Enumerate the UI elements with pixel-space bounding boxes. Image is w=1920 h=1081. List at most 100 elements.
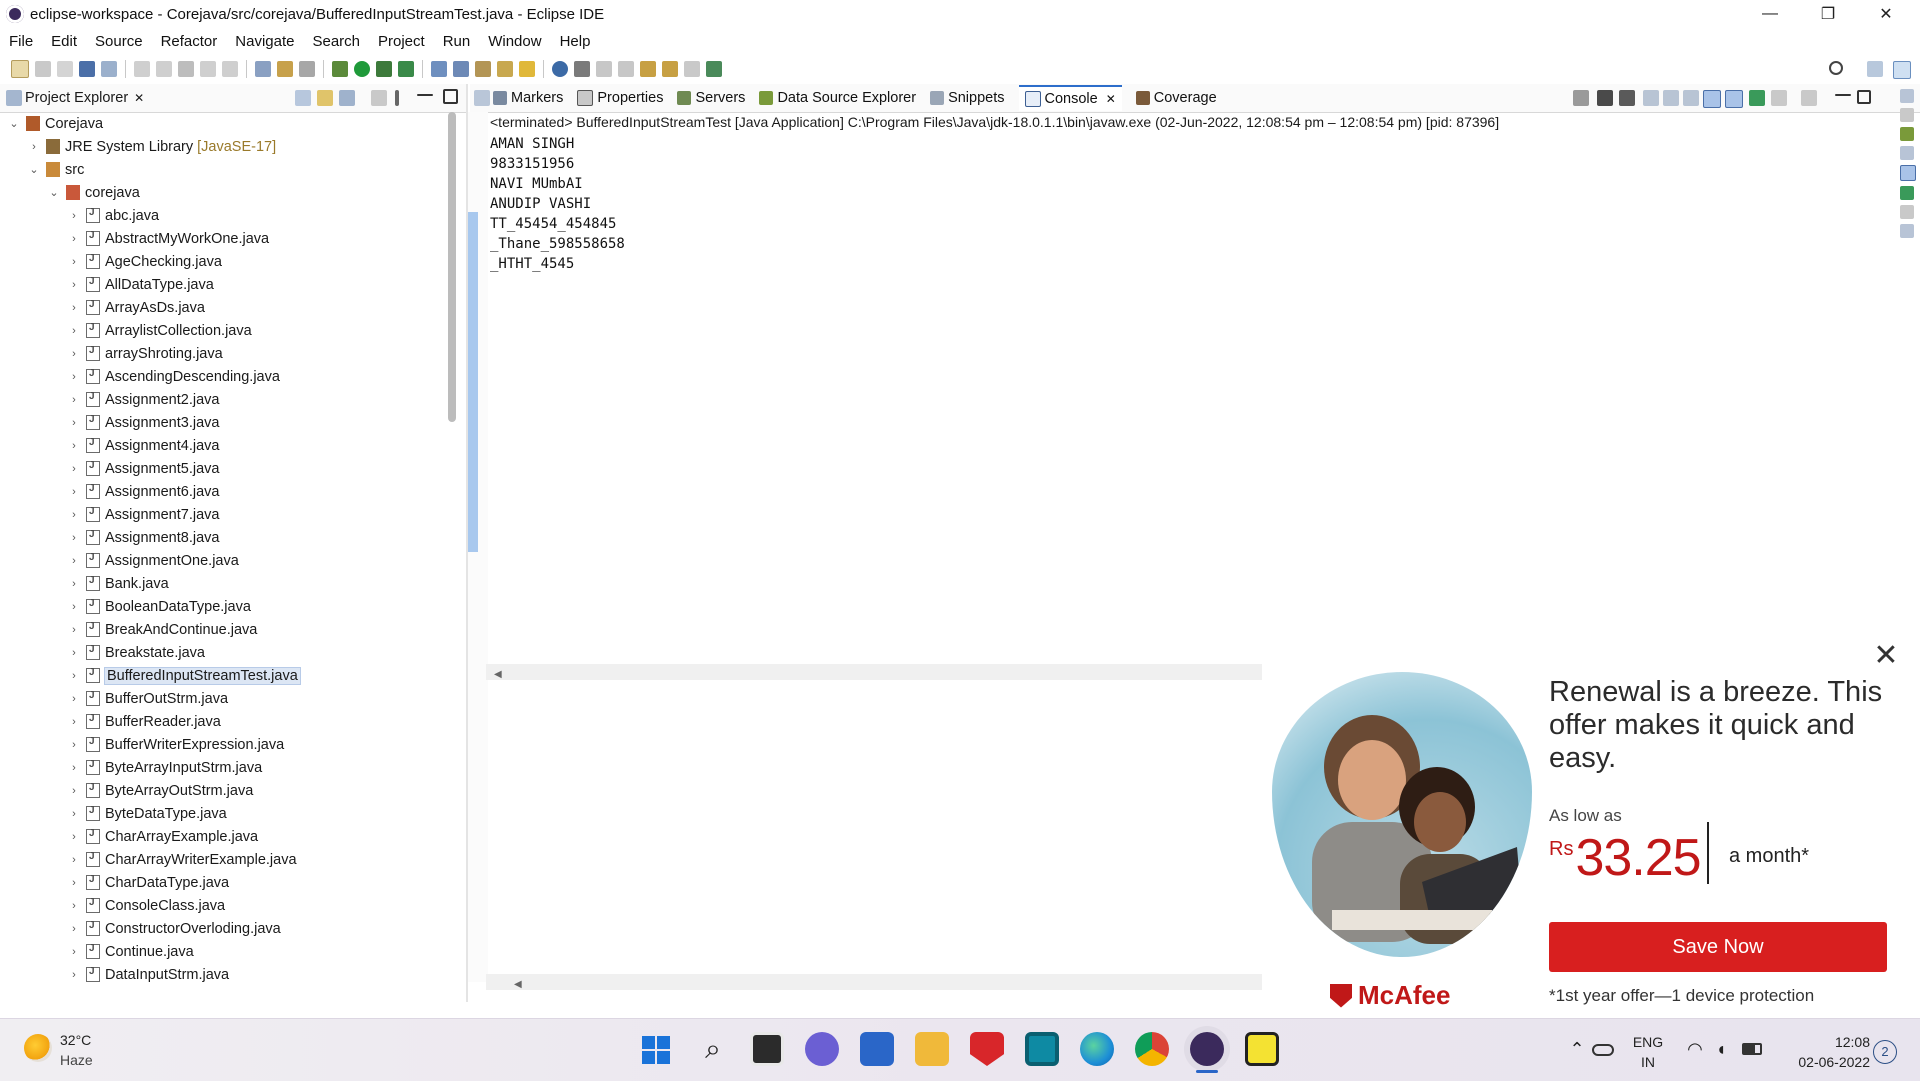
new-icon[interactable] bbox=[11, 60, 29, 78]
open-perspective-icon[interactable] bbox=[706, 61, 722, 77]
tree-project-corejava[interactable]: ⌄ Corejava bbox=[6, 112, 103, 135]
tree-file[interactable]: › CharArrayExample.java bbox=[66, 825, 258, 848]
display-selected-console-icon[interactable] bbox=[1771, 90, 1787, 106]
open-perspective-button-icon[interactable] bbox=[1867, 61, 1883, 77]
remove-all-terminated-icon[interactable] bbox=[1619, 90, 1635, 106]
collapsed-chevron-icon[interactable]: › bbox=[66, 302, 82, 314]
task-icon[interactable] bbox=[277, 61, 293, 77]
pin-console-icon[interactable] bbox=[1749, 90, 1765, 106]
tab-coverage[interactable]: Coverage bbox=[1135, 90, 1217, 106]
menu-refactor[interactable]: Refactor bbox=[152, 33, 227, 50]
collapsed-chevron-icon[interactable]: › bbox=[66, 693, 82, 705]
tree-file[interactable]: › Continue.java bbox=[66, 940, 194, 963]
collapsed-chevron-icon[interactable]: › bbox=[66, 877, 82, 889]
collapsed-chevron-icon[interactable]: › bbox=[66, 785, 82, 797]
collapsed-chevron-icon[interactable]: › bbox=[66, 854, 82, 866]
menu-help[interactable]: Help bbox=[551, 33, 600, 50]
run-icon[interactable] bbox=[354, 61, 370, 77]
minimize-console-icon[interactable] bbox=[1835, 94, 1851, 96]
project-explorer-title[interactable]: Project Explorer bbox=[25, 90, 128, 106]
teams-chat-icon[interactable] bbox=[805, 1032, 839, 1066]
tree-file[interactable]: › ByteArrayOutStrm.java bbox=[66, 779, 253, 802]
save-icon[interactable] bbox=[35, 61, 51, 77]
open-console-icon[interactable] bbox=[1801, 90, 1817, 106]
tree-file[interactable]: › ArrayAsDs.java bbox=[66, 296, 205, 319]
tree-file[interactable]: › Assignment5.java bbox=[66, 457, 219, 480]
skip-breakpoints-icon[interactable] bbox=[101, 61, 117, 77]
show-stderr-icon[interactable] bbox=[1725, 90, 1743, 108]
tree-file[interactable]: › BufferWriterExpression.java bbox=[66, 733, 284, 756]
weather-temperature[interactable]: 32°C bbox=[60, 1032, 91, 1048]
collapsed-chevron-icon[interactable]: › bbox=[66, 463, 82, 475]
forward-icon[interactable] bbox=[662, 61, 678, 77]
collapsed-chevron-icon[interactable]: › bbox=[66, 900, 82, 912]
collapsed-chevron-icon[interactable]: › bbox=[66, 532, 82, 544]
chrome-icon[interactable] bbox=[1135, 1032, 1169, 1066]
open-type-icon[interactable] bbox=[255, 61, 271, 77]
language-bottom[interactable]: IN bbox=[1630, 1054, 1666, 1070]
menu-edit[interactable]: Edit bbox=[42, 33, 86, 50]
suspend-icon[interactable] bbox=[156, 61, 172, 77]
tree-file[interactable]: › AbstractMyWorkOne.java bbox=[66, 227, 269, 250]
tree-package-corejava[interactable]: ⌄ corejava bbox=[46, 181, 139, 204]
tree-file[interactable]: › CharDataType.java bbox=[66, 871, 229, 894]
expanded-chevron-icon[interactable]: ⌄ bbox=[46, 186, 62, 199]
focus-icon[interactable] bbox=[371, 90, 387, 106]
terminate-console-icon[interactable] bbox=[1573, 90, 1589, 106]
file-explorer-icon[interactable] bbox=[915, 1032, 949, 1066]
tree-file[interactable]: › Assignment7.java bbox=[66, 503, 219, 526]
globe-icon[interactable] bbox=[552, 61, 568, 77]
tree-file[interactable]: › BufferOutStrm.java bbox=[66, 687, 228, 710]
edge-icon[interactable] bbox=[1080, 1032, 1114, 1066]
search-tool-icon[interactable] bbox=[519, 61, 535, 77]
restore-rail-icon[interactable] bbox=[1900, 205, 1914, 219]
collapsed-chevron-icon[interactable]: › bbox=[66, 969, 82, 981]
minimize-button[interactable]: — bbox=[1742, 0, 1798, 28]
step-into-icon[interactable] bbox=[200, 61, 216, 77]
hierarchy-icon[interactable] bbox=[1900, 127, 1914, 141]
tree-file[interactable]: › ConsoleClass.java bbox=[66, 894, 225, 917]
view-menu-icon[interactable] bbox=[395, 90, 399, 106]
tree-file[interactable]: › BufferedInputStreamTest.java bbox=[66, 664, 301, 687]
tab-servers[interactable]: Servers bbox=[677, 90, 745, 106]
tree-file[interactable]: › ByteDataType.java bbox=[66, 802, 227, 825]
editor-restore-icon[interactable] bbox=[474, 90, 490, 106]
tree-file[interactable]: › Bank.java bbox=[66, 572, 169, 595]
collapsed-chevron-icon[interactable]: › bbox=[66, 808, 82, 820]
collapsed-chevron-icon[interactable]: › bbox=[66, 923, 82, 935]
word-wrap-icon[interactable] bbox=[1683, 90, 1699, 106]
maximize-console-icon[interactable] bbox=[1857, 90, 1871, 104]
collapsed-chevron-icon[interactable]: › bbox=[66, 762, 82, 774]
menu-search[interactable]: Search bbox=[303, 33, 369, 50]
clock-date[interactable]: 02-06-2022 bbox=[1778, 1054, 1870, 1070]
new-java-package-icon[interactable] bbox=[431, 61, 447, 77]
save-all-icon[interactable] bbox=[57, 61, 73, 77]
java-perspective-icon[interactable] bbox=[1893, 61, 1911, 79]
remove-launch-icon[interactable] bbox=[1597, 90, 1613, 106]
battery-icon[interactable] bbox=[1742, 1043, 1762, 1055]
collapsed-chevron-icon[interactable]: › bbox=[66, 670, 82, 682]
collapsed-chevron-icon[interactable]: › bbox=[66, 233, 82, 245]
console-rail-icon[interactable] bbox=[1900, 165, 1916, 181]
outline-icon[interactable] bbox=[1900, 89, 1914, 103]
tree-file[interactable]: › Assignment2.java bbox=[66, 388, 219, 411]
tree-file[interactable]: › Breakstate.java bbox=[66, 641, 205, 664]
tree-file[interactable]: › abc.java bbox=[66, 204, 159, 227]
minimize-view-icon[interactable] bbox=[417, 94, 433, 96]
tree-file[interactable]: › DataInputStrm.java bbox=[66, 963, 229, 986]
menu-window[interactable]: Window bbox=[479, 33, 550, 50]
expanded-chevron-icon[interactable]: ⌄ bbox=[6, 117, 22, 130]
tree-file[interactable]: › ConstructorOverloding.java bbox=[66, 917, 281, 940]
ad-close-button[interactable]: ✕ bbox=[1868, 638, 1904, 674]
task-list-icon[interactable] bbox=[1900, 108, 1914, 122]
collapsed-chevron-icon[interactable]: › bbox=[66, 601, 82, 613]
tab-data-source-explorer[interactable]: Data Source Explorer bbox=[759, 90, 916, 106]
terminate-icon[interactable] bbox=[178, 61, 194, 77]
menu-source[interactable]: Source bbox=[86, 33, 152, 50]
collapsed-chevron-icon[interactable]: › bbox=[66, 325, 82, 337]
show-hidden-icons-icon[interactable]: ⌃ bbox=[1558, 1030, 1596, 1068]
collapsed-chevron-icon[interactable]: › bbox=[66, 486, 82, 498]
onedrive-cloud-icon[interactable] bbox=[1592, 1044, 1614, 1056]
tab-properties[interactable]: Properties bbox=[577, 90, 663, 106]
progress-icon[interactable] bbox=[1900, 186, 1914, 200]
